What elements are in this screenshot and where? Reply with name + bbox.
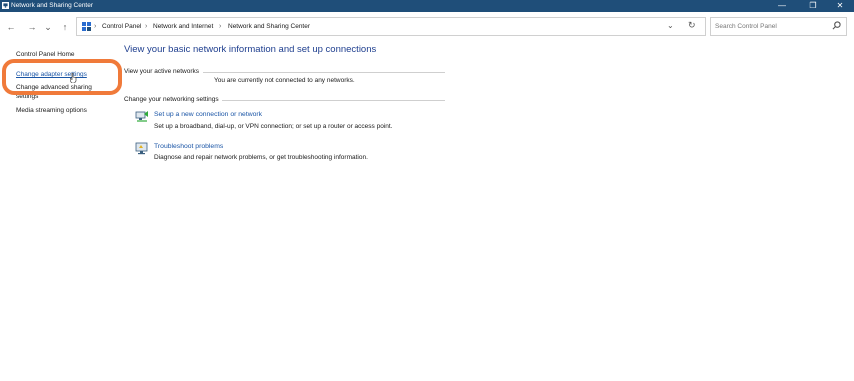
troubleshoot-problems-link[interactable]: Troubleshoot problems <box>154 143 223 151</box>
breadcrumb-network-sharing-center[interactable]: Network and Sharing Center <box>228 23 310 31</box>
search-box[interactable]: Search Control Panel <box>710 17 847 36</box>
hand-cursor-icon <box>70 73 77 83</box>
network-setup-icon <box>135 111 148 122</box>
network-status-text: You are currently not connected to any n… <box>214 77 355 84</box>
breadcrumb-separator[interactable]: › <box>219 22 221 31</box>
recent-locations-button[interactable]: ⌄ <box>41 20 55 34</box>
troubleshoot-description: Diagnose and repair network problems, or… <box>154 154 368 161</box>
window-title: Network and Sharing Center <box>11 2 94 9</box>
address-dropdown-icon[interactable]: ⌄ <box>667 21 674 30</box>
address-bar[interactable]: › Control Panel › Network and Internet ›… <box>76 17 706 36</box>
breadcrumb-separator: › <box>94 23 97 30</box>
divider <box>222 100 445 101</box>
active-networks-label: View your active networks <box>124 68 200 75</box>
title-bar: Network and Sharing Center — ❐ ✕ <box>0 0 854 12</box>
control-panel-icon <box>82 22 91 31</box>
highlight-annotation <box>2 59 122 95</box>
refresh-icon[interactable]: ↻ <box>688 20 696 31</box>
breadcrumb-network-and-internet[interactable]: Network and Internet <box>153 23 213 31</box>
breadcrumb-control-panel[interactable]: Control Panel <box>102 23 141 31</box>
back-button[interactable]: ← <box>4 20 18 34</box>
setup-connection-description: Set up a broadband, dial-up, or VPN conn… <box>154 123 393 130</box>
page-heading: View your basic network information and … <box>124 44 377 55</box>
forward-button[interactable]: → <box>25 20 39 34</box>
breadcrumb-separator[interactable]: › <box>145 22 147 31</box>
setup-connection-link[interactable]: Set up a new connection or network <box>154 111 262 119</box>
media-streaming-options-link[interactable]: Media streaming options <box>16 107 87 115</box>
up-button[interactable]: ↑ <box>58 20 72 34</box>
divider <box>203 72 445 73</box>
search-input[interactable]: Search Control Panel <box>715 23 777 31</box>
control-panel-home-link[interactable]: Control Panel Home <box>16 51 75 59</box>
network-app-icon <box>2 2 9 9</box>
networking-settings-label: Change your networking settings <box>124 96 219 103</box>
search-icon[interactable] <box>832 21 841 30</box>
restore-button[interactable]: ❐ <box>801 0 825 12</box>
close-button[interactable]: ✕ <box>828 0 852 12</box>
troubleshoot-icon <box>135 142 148 155</box>
minimize-button[interactable]: — <box>770 0 794 12</box>
